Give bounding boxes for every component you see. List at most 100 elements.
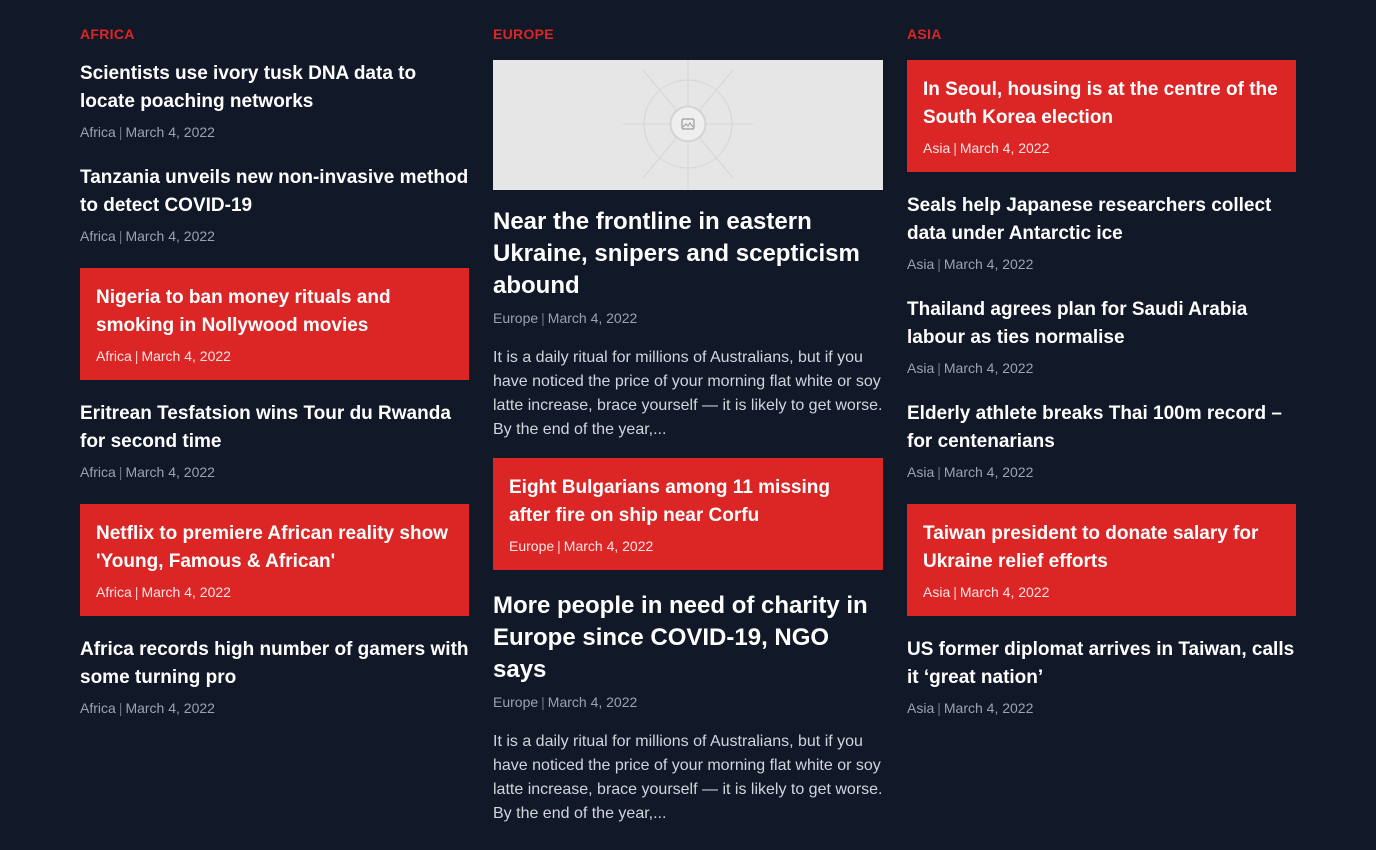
article-category[interactable]: Europe — [493, 310, 538, 326]
article-meta: Africa | March 4, 2022 — [80, 698, 469, 718]
article-category[interactable]: Asia — [923, 584, 950, 600]
europe-column: EUROPE Near the frontline in eastern Ukr… — [493, 24, 883, 842]
featured-article: More people in need of charity in Europe… — [493, 590, 883, 826]
meta-separator: | — [118, 700, 123, 716]
article-meta: Asia | March 4, 2022 — [907, 462, 1296, 482]
article-meta: Asia | March 4, 2022 — [907, 698, 1296, 718]
article-category[interactable]: Asia — [907, 464, 934, 480]
africa-column: AFRICA Scientists use ivory tusk DNA dat… — [80, 24, 469, 740]
meta-separator: | — [953, 584, 957, 600]
meta-separator: | — [541, 310, 545, 326]
article-date: March 4, 2022 — [959, 140, 1050, 156]
meta-separator: | — [134, 584, 139, 600]
article-category[interactable]: Asia — [907, 360, 934, 376]
highlighted-article[interactable]: In Seoul, housing is at the centre of th… — [907, 60, 1296, 172]
article-category[interactable]: Africa — [96, 584, 132, 600]
article-date: March 4, 2022 — [943, 360, 1034, 376]
article-headline[interactable]: Africa records high number of gamers wit… — [80, 636, 469, 692]
meta-separator: | — [937, 360, 941, 376]
article-item: Thailand agrees plan for Saudi Arabia la… — [907, 296, 1296, 378]
article-headline[interactable]: Netflix to premiere African reality show… — [96, 520, 453, 576]
article-headline[interactable]: In Seoul, housing is at the centre of th… — [923, 76, 1280, 132]
article-item: US former diplomat arrives in Taiwan, ca… — [907, 636, 1296, 718]
article-meta: Europe | March 4, 2022 — [509, 536, 867, 556]
highlighted-article[interactable]: Nigeria to ban money rituals and smoking… — [80, 268, 469, 380]
article-category[interactable]: Asia — [923, 140, 950, 156]
meta-separator: | — [134, 348, 139, 364]
article-headline[interactable]: Tanzania unveils new non-invasive method… — [80, 164, 469, 220]
meta-separator: | — [937, 464, 941, 480]
section-title-africa[interactable]: AFRICA — [80, 24, 469, 44]
section-title-asia[interactable]: ASIA — [907, 24, 1296, 44]
article-headline[interactable]: Elderly athlete breaks Thai 100m record … — [907, 400, 1296, 456]
article-category[interactable]: Asia — [907, 256, 934, 272]
article-meta: Africa | March 4, 2022 — [80, 122, 469, 142]
highlighted-article[interactable]: Taiwan president to donate salary for Uk… — [907, 504, 1296, 616]
article-date: March 4, 2022 — [943, 700, 1034, 716]
meta-separator: | — [118, 464, 123, 480]
article-meta: Asia | March 4, 2022 — [907, 358, 1296, 378]
article-meta: Europe | March 4, 2022 — [493, 308, 883, 328]
article-headline[interactable]: Eritrean Tesfatsion wins Tour du Rwanda … — [80, 400, 469, 456]
article-date: March 4, 2022 — [943, 464, 1034, 480]
article-category[interactable]: Africa — [96, 348, 132, 364]
article-meta: Europe | March 4, 2022 — [493, 692, 883, 712]
article-date: March 4, 2022 — [125, 228, 215, 244]
image-placeholder-icon — [493, 60, 883, 190]
article-item: Scientists use ivory tusk DNA data to lo… — [80, 60, 469, 142]
article-category[interactable]: Europe — [509, 538, 554, 554]
article-meta: Asia | March 4, 2022 — [907, 254, 1296, 274]
article-item: Tanzania unveils new non-invasive method… — [80, 164, 469, 246]
article-meta: Africa | March 4, 2022 — [80, 226, 469, 246]
featured-article: Near the frontline in eastern Ukraine, s… — [493, 206, 883, 442]
article-headline[interactable]: Taiwan president to donate salary for Uk… — [923, 520, 1280, 576]
article-category[interactable]: Africa — [80, 464, 116, 480]
article-date: March 4, 2022 — [125, 464, 215, 480]
article-headline[interactable]: Eight Bulgarians among 11 missing after … — [509, 474, 867, 530]
meta-separator: | — [937, 700, 941, 716]
article-category[interactable]: Africa — [80, 700, 116, 716]
article-headline[interactable]: Near the frontline in eastern Ukraine, s… — [493, 206, 883, 302]
article-meta: Asia | March 4, 2022 — [923, 582, 1280, 602]
highlighted-article[interactable]: Eight Bulgarians among 11 missing after … — [493, 458, 883, 570]
article-date: March 4, 2022 — [943, 256, 1034, 272]
article-item: Africa records high number of gamers wit… — [80, 636, 469, 718]
article-item: Elderly athlete breaks Thai 100m record … — [907, 400, 1296, 482]
article-date: March 4, 2022 — [547, 310, 638, 326]
article-date: March 4, 2022 — [563, 538, 654, 554]
article-date: March 4, 2022 — [125, 124, 215, 140]
meta-separator: | — [557, 538, 561, 554]
article-meta: Africa | March 4, 2022 — [96, 346, 453, 366]
article-excerpt: It is a daily ritual for millions of Aus… — [493, 349, 883, 438]
article-date: March 4, 2022 — [141, 348, 231, 364]
article-thumbnail[interactable] — [493, 60, 883, 190]
article-date: March 4, 2022 — [959, 584, 1050, 600]
highlighted-article[interactable]: Netflix to premiere African reality show… — [80, 504, 469, 616]
article-category[interactable]: Africa — [80, 228, 116, 244]
section-title-europe[interactable]: EUROPE — [493, 24, 883, 44]
meta-separator: | — [118, 228, 123, 244]
article-date: March 4, 2022 — [125, 700, 215, 716]
article-headline[interactable]: Seals help Japanese researchers collect … — [907, 192, 1296, 248]
article-item: Eritrean Tesfatsion wins Tour du Rwanda … — [80, 400, 469, 482]
article-headline[interactable]: Nigeria to ban money rituals and smoking… — [96, 284, 453, 340]
meta-separator: | — [953, 140, 957, 156]
article-meta: Asia | March 4, 2022 — [923, 138, 1280, 158]
article-headline[interactable]: Scientists use ivory tusk DNA data to lo… — [80, 60, 469, 116]
article-meta: Africa | March 4, 2022 — [96, 582, 453, 602]
article-category[interactable]: Asia — [907, 700, 934, 716]
article-item: Seals help Japanese researchers collect … — [907, 192, 1296, 274]
article-category[interactable]: Africa — [80, 124, 116, 140]
article-category[interactable]: Europe — [493, 694, 538, 710]
meta-separator: | — [937, 256, 941, 272]
article-date: March 4, 2022 — [141, 584, 231, 600]
article-meta: Africa | March 4, 2022 — [80, 462, 469, 482]
article-date: March 4, 2022 — [547, 694, 638, 710]
meta-separator: | — [118, 124, 123, 140]
article-excerpt: It is a daily ritual for millions of Aus… — [493, 733, 883, 822]
article-headline[interactable]: More people in need of charity in Europe… — [493, 590, 883, 686]
article-headline[interactable]: Thailand agrees plan for Saudi Arabia la… — [907, 296, 1296, 352]
asia-column: ASIA In Seoul, housing is at the centre … — [907, 24, 1296, 740]
article-headline[interactable]: US former diplomat arrives in Taiwan, ca… — [907, 636, 1296, 692]
meta-separator: | — [541, 694, 545, 710]
